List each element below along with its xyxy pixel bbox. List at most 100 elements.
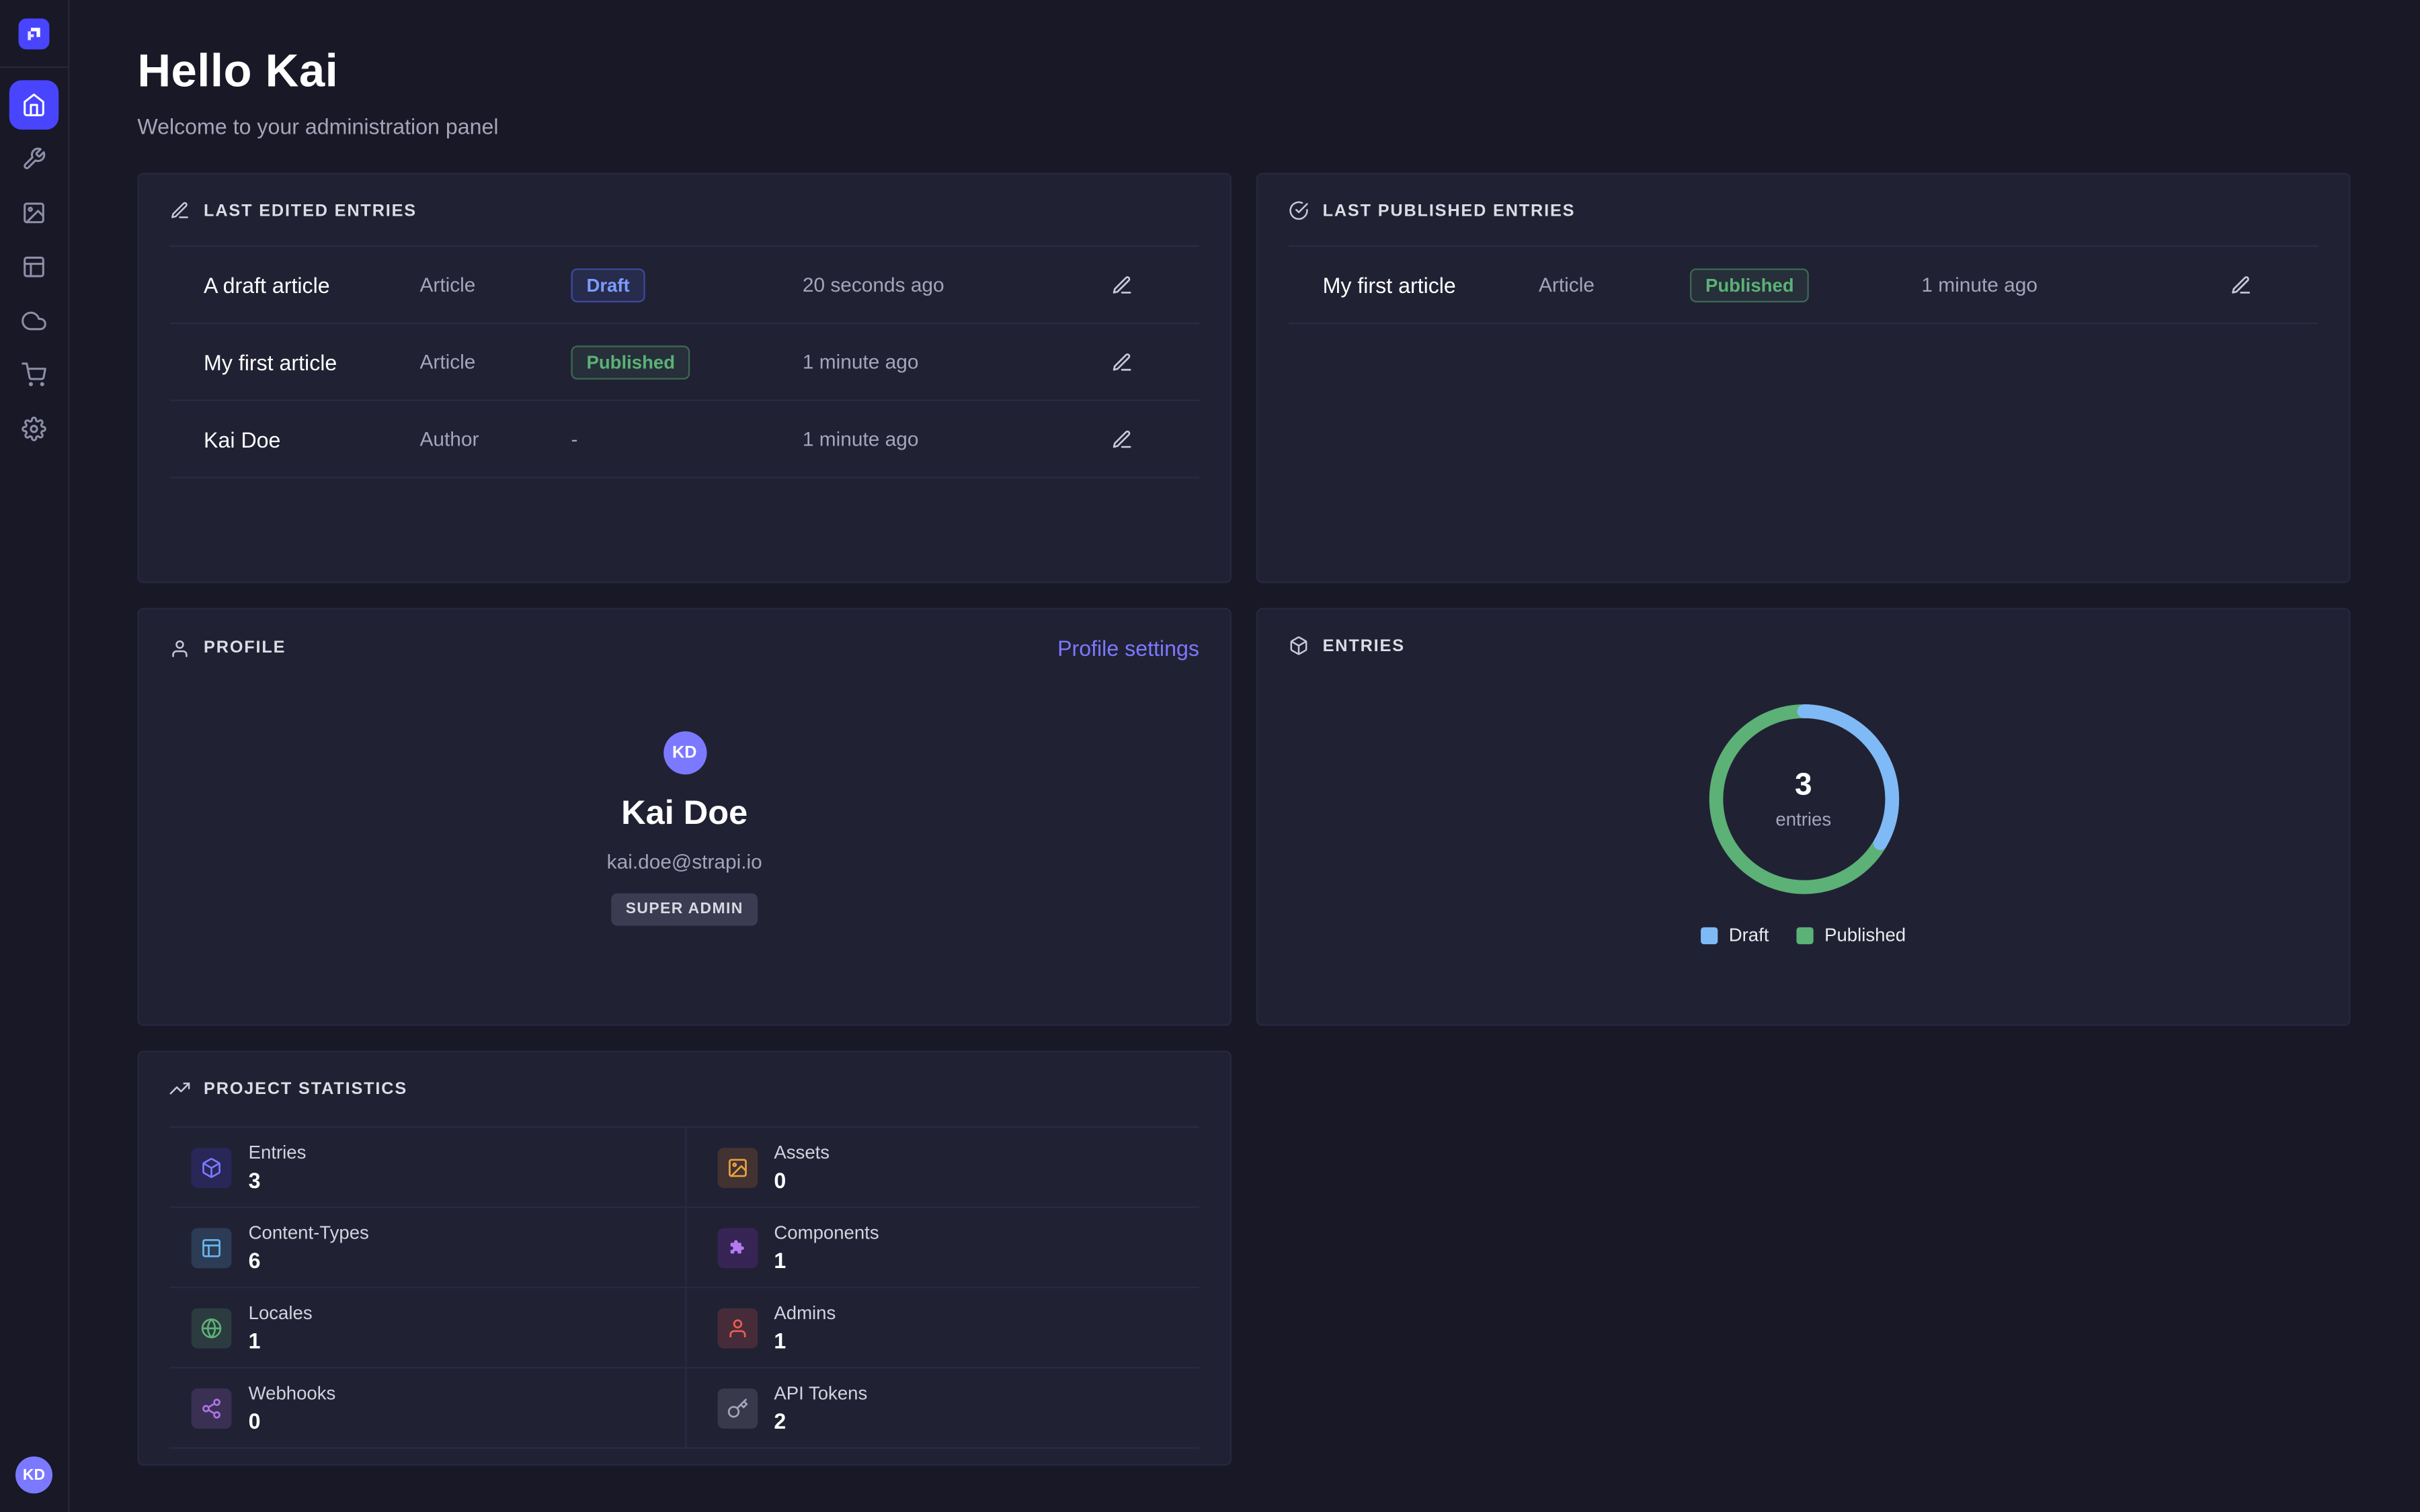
main-content: Hello Kai Welcome to your administration…: [69, 0, 2420, 1512]
stat-value: 0: [249, 1409, 336, 1433]
status-badge: Draft: [571, 267, 645, 302]
card-title: LAST EDITED ENTRIES: [204, 202, 417, 220]
profile-body: KD Kai Doe kai.doe@strapi.io SUPER ADMIN: [139, 676, 1230, 926]
edit-entry-button[interactable]: [1105, 345, 1139, 379]
stat-locales: Locales1: [170, 1288, 685, 1368]
strapi-logo[interactable]: [19, 17, 50, 48]
components-icon: [717, 1227, 757, 1267]
profile-avatar: KD: [663, 731, 706, 774]
entry-name: My first article: [204, 349, 419, 374]
last-edited-entries-card: LAST EDITED ENTRIES A draft article Arti…: [137, 173, 1232, 583]
last-edited-table: A draft article Article Draft 20 seconds…: [170, 245, 1199, 478]
entry-status-empty: -: [571, 427, 802, 450]
entry-time: 20 seconds ago: [803, 273, 1076, 296]
entry-name: My first article: [1323, 272, 1539, 297]
entry-type: Author: [419, 427, 571, 450]
home-icon: [22, 93, 46, 118]
status-badge: Published: [1690, 267, 1810, 302]
stat-value: 1: [774, 1329, 836, 1353]
empty-grid-cell: [1256, 1051, 2351, 1466]
legend-item-published: Published: [1797, 924, 1906, 946]
stat-admins: Admins 1: [684, 1288, 1199, 1368]
wrench-icon: [22, 146, 46, 171]
last-published-entries-card: LAST PUBLISHED ENTRIES My first article …: [1256, 173, 2351, 583]
legend-label: Draft: [1729, 924, 1769, 946]
pencil-icon: [1111, 428, 1133, 450]
pencil-icon: [170, 200, 190, 220]
sidebar-item-cloud[interactable]: [9, 296, 58, 345]
content-manager-icon: [22, 255, 46, 280]
sidebar-item-content-manager[interactable]: [9, 242, 58, 291]
entries-count: 3: [1795, 768, 1812, 804]
stat-components: Components 1: [684, 1208, 1199, 1288]
status-badge: Published: [571, 345, 690, 379]
profile-name: Kai Doe: [621, 793, 748, 833]
sidebar-item-media-library[interactable]: [9, 188, 58, 237]
legend-label: Published: [1824, 924, 1906, 946]
sidebar-logo-section: [0, 0, 68, 68]
sidebar-item-content-type-builder[interactable]: [9, 134, 58, 183]
stat-assets: Assets 0: [684, 1128, 1199, 1208]
entries-count-label: entries: [1775, 808, 1831, 830]
entry-name: A draft article: [204, 272, 419, 297]
stat-value: 6: [249, 1248, 369, 1273]
table-row[interactable]: My first article Article Published 1 min…: [170, 324, 1199, 401]
content-types-icon: [192, 1227, 232, 1267]
entry-time: 1 minute ago: [803, 350, 1076, 373]
entry-name: Kai Doe: [204, 427, 419, 452]
stat-label: Admins: [774, 1302, 836, 1324]
profile-settings-link[interactable]: Profile settings: [1057, 636, 1199, 661]
edit-entry-button[interactable]: [1105, 422, 1139, 456]
stat-value: 3: [249, 1168, 307, 1193]
page-title: Hello Kai: [137, 46, 2350, 99]
stat-api-tokens: API Tokens 2: [684, 1368, 1199, 1448]
last-published-table: My first article Article Published 1 min…: [1289, 245, 2318, 324]
stat-value: 2: [774, 1409, 867, 1433]
table-row[interactable]: My first article Article Published 1 min…: [1289, 247, 2318, 324]
legend-item-draft: Draft: [1701, 924, 1769, 946]
entries-body: 3 entries Draft Published: [1258, 671, 2349, 946]
entry-type: Article: [1539, 273, 1690, 296]
admins-icon: [717, 1308, 757, 1348]
edit-entry-button[interactable]: [1105, 267, 1139, 302]
api-tokens-icon: [717, 1388, 757, 1428]
edit-entry-button[interactable]: [2224, 267, 2258, 302]
sidebar-item-settings[interactable]: [9, 405, 58, 454]
stat-value: 0: [774, 1168, 830, 1193]
stat-webhooks: Webhooks 0: [170, 1368, 685, 1448]
check-circle-icon: [1289, 200, 1309, 220]
entry-type: Article: [419, 350, 571, 373]
page-subtitle: Welcome to your administration panel: [137, 114, 2350, 139]
stat-label: Webhooks: [249, 1382, 336, 1404]
stat-label: API Tokens: [774, 1382, 867, 1404]
table-row[interactable]: A draft article Article Draft 20 seconds…: [170, 247, 1199, 324]
stat-value: 1: [774, 1248, 879, 1273]
role-badge: SUPER ADMIN: [612, 893, 757, 925]
table-row[interactable]: Kai Doe Author - 1 minute ago: [170, 401, 1199, 478]
media-library-icon: [22, 200, 46, 225]
statistics-grid: Entries3 Assets 0 Content-Types 6 Componen…: [170, 1126, 1199, 1449]
card-title: LAST PUBLISHED ENTRIES: [1323, 202, 1576, 220]
user-avatar[interactable]: KD: [15, 1456, 52, 1493]
sidebar-item-home[interactable]: [9, 80, 58, 129]
entry-time: 1 minute ago: [803, 427, 1076, 450]
shopping-cart-icon: [22, 363, 46, 388]
locales-icon: [192, 1308, 232, 1348]
sidebar-nav: [9, 68, 58, 1456]
trending-up-icon: [170, 1079, 190, 1099]
entries-icon: [192, 1147, 232, 1187]
stat-label: Assets: [774, 1142, 830, 1163]
user-icon: [170, 638, 190, 658]
sidebar-item-marketplace[interactable]: [9, 350, 58, 399]
entries-donut-chart: 3 entries: [1706, 702, 1900, 896]
profile-card: PROFILE Profile settings KD Kai Doe kai.…: [137, 608, 1232, 1026]
sidebar-user: KD: [15, 1456, 52, 1493]
chart-legend: Draft Published: [1701, 924, 1906, 946]
stat-label: Content-Types: [249, 1222, 369, 1243]
card-title: ENTRIES: [1323, 636, 1405, 655]
entries-card: ENTRIES 3 entries: [1256, 608, 2351, 1026]
stat-entries: Entries3: [170, 1128, 685, 1208]
stat-label: Components: [774, 1222, 879, 1243]
card-title: PROFILE: [204, 639, 286, 658]
entry-type: Article: [419, 273, 571, 296]
